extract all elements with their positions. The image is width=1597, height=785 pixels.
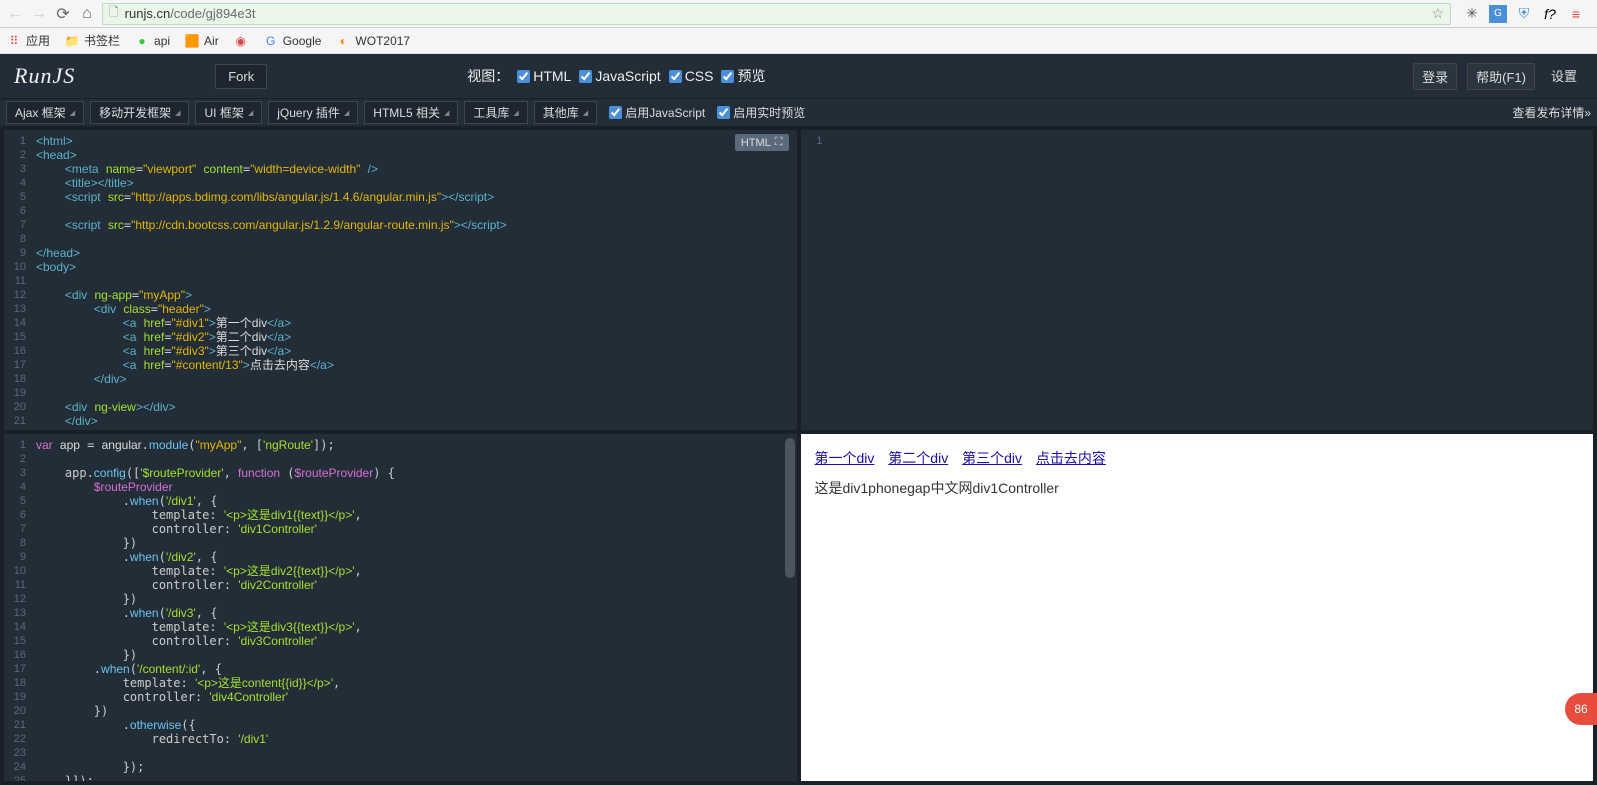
html-checkbox[interactable] [517,70,530,83]
bookmark-star-icon[interactable]: ☆ [1431,5,1444,22]
url-domain: runjs.cn [125,6,171,21]
extensions: ✳ G ⛨ f? ≡ [1457,5,1591,23]
css-checkbox[interactable] [669,70,682,83]
library-toolbar: Ajax 框架 移动开发框架 UI 框架 jQuery 插件 HTML5 相关 … [0,98,1597,126]
reload-icon[interactable]: ⟳ [54,5,72,23]
css-gutter: 1 [801,130,827,430]
help-button[interactable]: 帮助(F1) [1467,63,1535,90]
air-icon: 🟧 [184,33,200,49]
view-options: 视图： HTML JavaScript CSS 预览 [467,66,765,86]
logo[interactable]: RunJS [14,63,75,89]
jquery-dropdown[interactable]: jQuery 插件 [268,101,358,124]
tools-dropdown[interactable]: 工具库 [464,101,527,124]
app-header: RunJS Fork 视图： HTML JavaScript CSS 预览 登录… [0,54,1597,98]
menu-icon[interactable]: ≡ [1567,5,1585,23]
bookmark-api[interactable]: ●api [134,33,170,49]
html5-dropdown[interactable]: HTML5 相关 [364,101,458,124]
enable-rt-checkbox[interactable] [717,106,730,119]
url-bar[interactable]: 🗋 runjs.cn/code/gj894e3t ☆ [102,3,1451,25]
ajax-dropdown[interactable]: Ajax 框架 [6,101,84,124]
ext-shield-icon[interactable]: ⛨ [1515,5,1533,23]
ext-translate-icon[interactable]: G [1489,5,1507,23]
preview-output: 这是div1phonegap中文网div1Controller [815,478,1580,498]
html-gutter: 1234567891011121314151617181920212223 [4,130,30,430]
preview-panel: 第一个div 第二个div 第三个div 点击去内容 这是div1phonega… [801,434,1594,781]
editor-panels: 1234567891011121314151617181920212223 <h… [0,126,1597,785]
preview-link-3[interactable]: 第三个div [962,450,1022,466]
page-icon: 🗋 [109,3,119,24]
scrollbar-thumb[interactable] [785,438,795,578]
back-icon[interactable]: ← [6,5,24,23]
google-icon: G [263,33,279,49]
apps-shortcut[interactable]: ⠿应用 [6,32,50,49]
view-label: 视图： [467,66,509,86]
bookmark-pocket[interactable]: ◉ [233,33,249,49]
other-dropdown[interactable]: 其他库 [534,101,597,124]
ext-f-icon[interactable]: f? [1541,5,1559,23]
pocket-icon: ◉ [233,33,249,49]
js-editor-panel[interactable]: 1234567891011121314151617181920212223242… [4,434,797,781]
preview-links: 第一个div 第二个div 第三个div 点击去内容 [815,448,1580,468]
toggle-html[interactable]: HTML [517,68,571,84]
settings-button[interactable]: 设置 [1545,63,1583,90]
toggle-js[interactable]: JavaScript [579,68,660,84]
publish-details-link[interactable]: 查看发布详情» [1512,104,1591,121]
home-icon[interactable]: ⌂ [78,5,96,23]
html-editor-panel[interactable]: 1234567891011121314151617181920212223 <h… [4,130,797,430]
bookmark-bar: ⠿应用 📁书签栏 ●api 🟧Air ◉ GGoogle ◐WOT2017 [0,28,1597,54]
html-code[interactable]: <html> <head> <meta name="viewport" cont… [30,130,797,430]
login-button[interactable]: 登录 [1413,63,1457,90]
header-right: 登录 帮助(F1) 设置 [1413,63,1583,90]
ui-dropdown[interactable]: UI 框架 [195,101,262,124]
browser-nav-bar: ← → ⟳ ⌂ 🗋 runjs.cn/code/gj894e3t ☆ ✳ G ⛨… [0,0,1597,28]
wechat-icon: ● [134,33,150,49]
html-badge[interactable]: HTML ⛶ [735,134,789,151]
bookmark-air[interactable]: 🟧Air [184,33,219,49]
forward-icon[interactable]: → [30,5,48,23]
fork-button[interactable]: Fork [215,64,267,89]
apps-icon: ⠿ [6,33,22,49]
bookmark-google[interactable]: GGoogle [263,33,322,49]
enable-js-toggle[interactable]: 启用JavaScript [609,104,705,121]
ext-bug-icon[interactable]: ✳ [1463,5,1481,23]
css-editor-panel[interactable]: 1 [801,130,1594,430]
js-code[interactable]: var app = angular.module("myApp", ['ngRo… [30,434,797,781]
bookmark-folder[interactable]: 📁书签栏 [64,32,120,49]
expand-icon[interactable]: ⛶ [775,136,783,149]
js-gutter: 1234567891011121314151617181920212223242… [4,434,30,781]
preview-link-1[interactable]: 第一个div [815,450,875,466]
url-path: /code/gj894e3t [170,6,255,21]
css-code[interactable] [827,130,1594,430]
preview-checkbox[interactable] [721,70,734,83]
folder-icon: 📁 [64,33,80,49]
bookmark-wot[interactable]: ◐WOT2017 [335,33,410,49]
toggle-preview[interactable]: 预览 [721,66,765,86]
js-checkbox[interactable] [579,70,592,83]
toggle-css[interactable]: CSS [669,68,714,84]
wot-icon: ◐ [335,33,351,49]
mobile-dropdown[interactable]: 移动开发框架 [90,101,189,124]
enable-realtime-toggle[interactable]: 启用实时预览 [717,104,805,121]
preview-link-4[interactable]: 点击去内容 [1036,450,1106,466]
enable-js-checkbox[interactable] [609,106,622,119]
preview-link-2[interactable]: 第二个div [888,450,948,466]
notification-bubble[interactable]: 86 [1565,693,1597,725]
